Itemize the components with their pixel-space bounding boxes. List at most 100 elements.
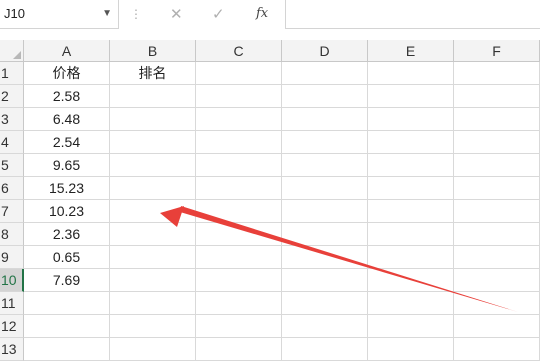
- cell-a8[interactable]: 2.36: [24, 223, 110, 246]
- cell-e8[interactable]: [368, 223, 454, 246]
- cell-f6[interactable]: [454, 177, 540, 200]
- cell-e12[interactable]: [368, 315, 454, 338]
- cell-d1[interactable]: [282, 62, 368, 85]
- row-header-8[interactable]: 8: [0, 223, 24, 246]
- cell-c6[interactable]: [196, 177, 282, 200]
- cell-a5[interactable]: 9.65: [24, 154, 110, 177]
- row-header-1[interactable]: 1: [0, 62, 24, 85]
- cell-d9[interactable]: [282, 246, 368, 269]
- cell-b10[interactable]: [110, 269, 196, 292]
- column-header-e[interactable]: E: [368, 40, 454, 62]
- cell-c1[interactable]: [196, 62, 282, 85]
- column-header-c[interactable]: C: [196, 40, 282, 62]
- row-header-11[interactable]: 11: [0, 292, 24, 315]
- cell-b4[interactable]: [110, 131, 196, 154]
- cell-a11[interactable]: [24, 292, 110, 315]
- cell-d11[interactable]: [282, 292, 368, 315]
- column-header-f[interactable]: F: [454, 40, 540, 62]
- cell-b12[interactable]: [110, 315, 196, 338]
- cell-b1[interactable]: 排名: [110, 62, 196, 85]
- cell-c8[interactable]: [196, 223, 282, 246]
- row-header-13[interactable]: 13: [0, 338, 24, 361]
- cell-a10[interactable]: 7.69: [24, 269, 110, 292]
- cell-a2[interactable]: 2.58: [24, 85, 110, 108]
- cell-d5[interactable]: [282, 154, 368, 177]
- cell-f7[interactable]: [454, 200, 540, 223]
- cell-f5[interactable]: [454, 154, 540, 177]
- cell-d2[interactable]: [282, 85, 368, 108]
- column-header-d[interactable]: D: [282, 40, 368, 62]
- cell-f11[interactable]: [454, 292, 540, 315]
- cell-a6[interactable]: 15.23: [24, 177, 110, 200]
- cell-e6[interactable]: [368, 177, 454, 200]
- cell-a12[interactable]: [24, 315, 110, 338]
- cell-a9[interactable]: 0.65: [24, 246, 110, 269]
- cell-e1[interactable]: [368, 62, 454, 85]
- cell-e3[interactable]: [368, 108, 454, 131]
- cell-a1[interactable]: 价格: [24, 62, 110, 85]
- column-header-b[interactable]: B: [110, 40, 196, 62]
- cell-b11[interactable]: [110, 292, 196, 315]
- cell-d6[interactable]: [282, 177, 368, 200]
- cancel-icon[interactable]: ✕: [170, 5, 183, 23]
- cell-f10[interactable]: [454, 269, 540, 292]
- name-box[interactable]: J10 ▼: [0, 0, 119, 29]
- cell-f2[interactable]: [454, 85, 540, 108]
- select-all-button[interactable]: [0, 40, 24, 62]
- row-header-12[interactable]: 12: [0, 315, 24, 338]
- cell-a7[interactable]: 10.23: [24, 200, 110, 223]
- cell-f1[interactable]: [454, 62, 540, 85]
- insert-function-icon[interactable]: fx: [256, 6, 268, 21]
- cell-c10[interactable]: [196, 269, 282, 292]
- row-header-4[interactable]: 4: [0, 131, 24, 154]
- cell-f4[interactable]: [454, 131, 540, 154]
- cell-c7[interactable]: [196, 200, 282, 223]
- cell-d4[interactable]: [282, 131, 368, 154]
- formula-input[interactable]: [285, 0, 540, 29]
- cell-c5[interactable]: [196, 154, 282, 177]
- cell-c3[interactable]: [196, 108, 282, 131]
- cell-e2[interactable]: [368, 85, 454, 108]
- cell-b3[interactable]: [110, 108, 196, 131]
- row-header-7[interactable]: 7: [0, 200, 24, 223]
- cell-d8[interactable]: [282, 223, 368, 246]
- column-header-a[interactable]: A: [24, 40, 110, 62]
- cell-f12[interactable]: [454, 315, 540, 338]
- cell-e4[interactable]: [368, 131, 454, 154]
- cell-d13[interactable]: [282, 338, 368, 361]
- name-box-value[interactable]: J10: [4, 6, 25, 21]
- cell-e5[interactable]: [368, 154, 454, 177]
- cell-c13[interactable]: [196, 338, 282, 361]
- cell-c12[interactable]: [196, 315, 282, 338]
- cell-f13[interactable]: [454, 338, 540, 361]
- row-header-9[interactable]: 9: [0, 246, 24, 269]
- cell-f3[interactable]: [454, 108, 540, 131]
- row-header-5[interactable]: 5: [0, 154, 24, 177]
- cell-b9[interactable]: [110, 246, 196, 269]
- cell-c4[interactable]: [196, 131, 282, 154]
- cell-b5[interactable]: [110, 154, 196, 177]
- cell-b13[interactable]: [110, 338, 196, 361]
- cell-e9[interactable]: [368, 246, 454, 269]
- cell-c9[interactable]: [196, 246, 282, 269]
- row-header-2[interactable]: 2: [0, 85, 24, 108]
- cell-b2[interactable]: [110, 85, 196, 108]
- cell-e7[interactable]: [368, 200, 454, 223]
- row-header-10[interactable]: 10: [0, 269, 24, 292]
- cell-d7[interactable]: [282, 200, 368, 223]
- cell-b6[interactable]: [110, 177, 196, 200]
- chevron-down-icon[interactable]: ▼: [102, 8, 112, 19]
- cell-d12[interactable]: [282, 315, 368, 338]
- cell-c2[interactable]: [196, 85, 282, 108]
- cell-a13[interactable]: [24, 338, 110, 361]
- row-header-3[interactable]: 3: [0, 108, 24, 131]
- enter-icon[interactable]: ✓: [212, 5, 225, 23]
- row-header-6[interactable]: 6: [0, 177, 24, 200]
- cell-f8[interactable]: [454, 223, 540, 246]
- cell-b8[interactable]: [110, 223, 196, 246]
- cell-d10[interactable]: [282, 269, 368, 292]
- cell-e11[interactable]: [368, 292, 454, 315]
- cell-e13[interactable]: [368, 338, 454, 361]
- cell-b7[interactable]: [110, 200, 196, 223]
- cell-c11[interactable]: [196, 292, 282, 315]
